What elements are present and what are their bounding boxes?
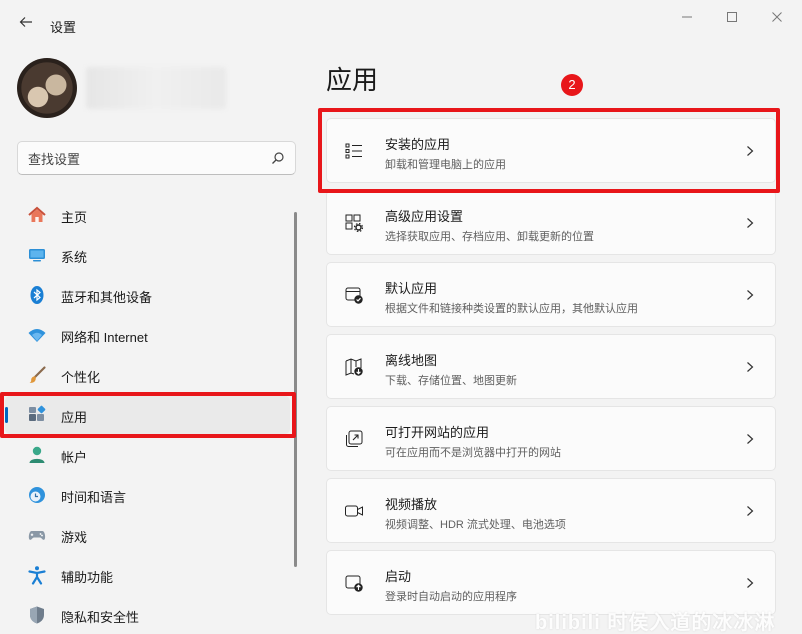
gamepad-icon [28, 531, 46, 540]
sidebar-item-label: 个性化 [61, 370, 101, 385]
home-icon [28, 206, 46, 222]
card-advanced-app-settings[interactable]: 高级应用设置 选择获取应用、存档应用、卸载更新的位置 [326, 190, 776, 255]
active-indicator [5, 407, 8, 423]
search-icon[interactable] [271, 151, 285, 165]
card-installed-apps[interactable]: 安装的应用 卸载和管理电脑上的应用 [326, 118, 776, 183]
watermark: bilibili 时侯入道的冰冰淋 [535, 612, 776, 634]
shield-icon [30, 606, 44, 624]
sidebar-item-label: 辅助功能 [61, 570, 114, 585]
card-title: 高级应用设置 [385, 209, 464, 224]
card-subtitle: 根据文件和链接种类设置的默认应用，其他默认应用 [385, 303, 638, 315]
sidebar-item-label: 系统 [61, 250, 88, 265]
sidebar-item-apps[interactable]: 应用 [5, 396, 290, 434]
card-title: 可打开网站的应用 [385, 425, 490, 440]
card-subtitle: 可在应用而不是浏览器中打开的网站 [385, 447, 561, 459]
card-offline-maps[interactable]: 离线地图 下载、存储位置、地图更新 [326, 334, 776, 399]
sidebar-item-label: 游戏 [61, 530, 88, 545]
chevron-right-icon [747, 506, 754, 516]
system-icon [29, 249, 45, 262]
sidebar-item-accessibility[interactable]: 辅助功能 [5, 556, 290, 594]
account-icon [29, 446, 45, 463]
avatar[interactable] [17, 58, 77, 118]
sidebar-item-time-language[interactable]: 时间和语言 [5, 476, 290, 514]
sidebar-item-gaming[interactable]: 游戏 [5, 516, 290, 554]
close-icon[interactable] [766, 8, 788, 28]
sidebar-item-system[interactable]: 系统 [5, 236, 290, 274]
card-video-playback[interactable]: 视频播放 视频调整、HDR 流式处理、电池选项 [326, 478, 776, 543]
list-icon [345, 143, 362, 159]
sidebar-item-personalization[interactable]: 个性化 [5, 356, 290, 394]
card-subtitle: 卸载和管理电脑上的应用 [385, 159, 506, 171]
sidebar-item-home[interactable]: 主页 [5, 196, 290, 234]
chevron-right-icon [747, 146, 754, 156]
sidebar-item-bluetooth[interactable]: 蓝牙和其他设备 [5, 276, 290, 314]
sidebar-item-network[interactable]: 网络和 Internet [5, 316, 290, 354]
card-default-apps[interactable]: 默认应用 根据文件和链接种类设置的默认应用，其他默认应用 [326, 262, 776, 327]
sidebar-scrollbar[interactable] [294, 212, 297, 567]
sidebar-item-label: 蓝牙和其他设备 [61, 290, 153, 305]
title-bar: 设置 [0, 0, 802, 50]
card-subtitle: 下载、存储位置、地图更新 [385, 375, 517, 387]
card-title: 安装的应用 [385, 137, 451, 152]
brush-icon [29, 366, 46, 383]
app-title: 设置 [50, 20, 77, 35]
sidebar-item-label: 主页 [61, 210, 88, 225]
open-link-icon [346, 430, 363, 447]
card-apps-for-websites[interactable]: 可打开网站的应用 可在应用而不是浏览器中打开的网站 [326, 406, 776, 471]
app-settings-icon [345, 214, 364, 233]
default-app-icon [345, 287, 363, 304]
card-title: 启动 [385, 569, 412, 584]
chevron-right-icon [747, 578, 754, 588]
card-subtitle: 视频调整、HDR 流式处理、电池选项 [385, 519, 566, 531]
search-input[interactable] [28, 149, 258, 169]
card-title: 视频播放 [385, 497, 438, 512]
sidebar-item-label: 帐户 [61, 450, 88, 465]
card-subtitle: 登录时自动启动的应用程序 [385, 591, 517, 603]
sidebar-item-label: 网络和 Internet [61, 330, 148, 345]
chevron-right-icon [747, 362, 754, 372]
step-badge: 2 [561, 74, 583, 96]
offline-map-icon [345, 358, 363, 376]
sidebar-item-privacy[interactable]: 隐私和安全性 [5, 596, 290, 634]
accessibility-icon [28, 566, 46, 585]
chevron-right-icon [747, 434, 754, 444]
card-subtitle: 选择获取应用、存档应用、卸载更新的位置 [385, 231, 594, 243]
sidebar-item-accounts[interactable]: 帐户 [5, 436, 290, 474]
bluetooth-icon [30, 286, 44, 304]
back-arrow-icon[interactable] [16, 14, 36, 36]
minimize-icon[interactable] [676, 8, 698, 28]
clock-globe-icon [29, 487, 45, 503]
apps-icon [29, 405, 46, 421]
chevron-right-icon [747, 218, 754, 228]
video-icon [345, 505, 363, 517]
chevron-right-icon [747, 290, 754, 300]
card-title: 离线地图 [385, 353, 438, 368]
card-title: 默认应用 [385, 281, 438, 296]
wifi-icon [28, 329, 46, 342]
sidebar-item-label: 应用 [61, 410, 88, 425]
sidebar-item-label: 时间和语言 [61, 490, 127, 505]
username-blurred [86, 67, 226, 109]
maximize-icon[interactable] [721, 8, 743, 28]
startup-icon [345, 575, 363, 592]
sidebar-item-label: 隐私和安全性 [61, 610, 140, 625]
page-title: 应用 [326, 65, 379, 95]
search-box[interactable] [17, 141, 296, 175]
